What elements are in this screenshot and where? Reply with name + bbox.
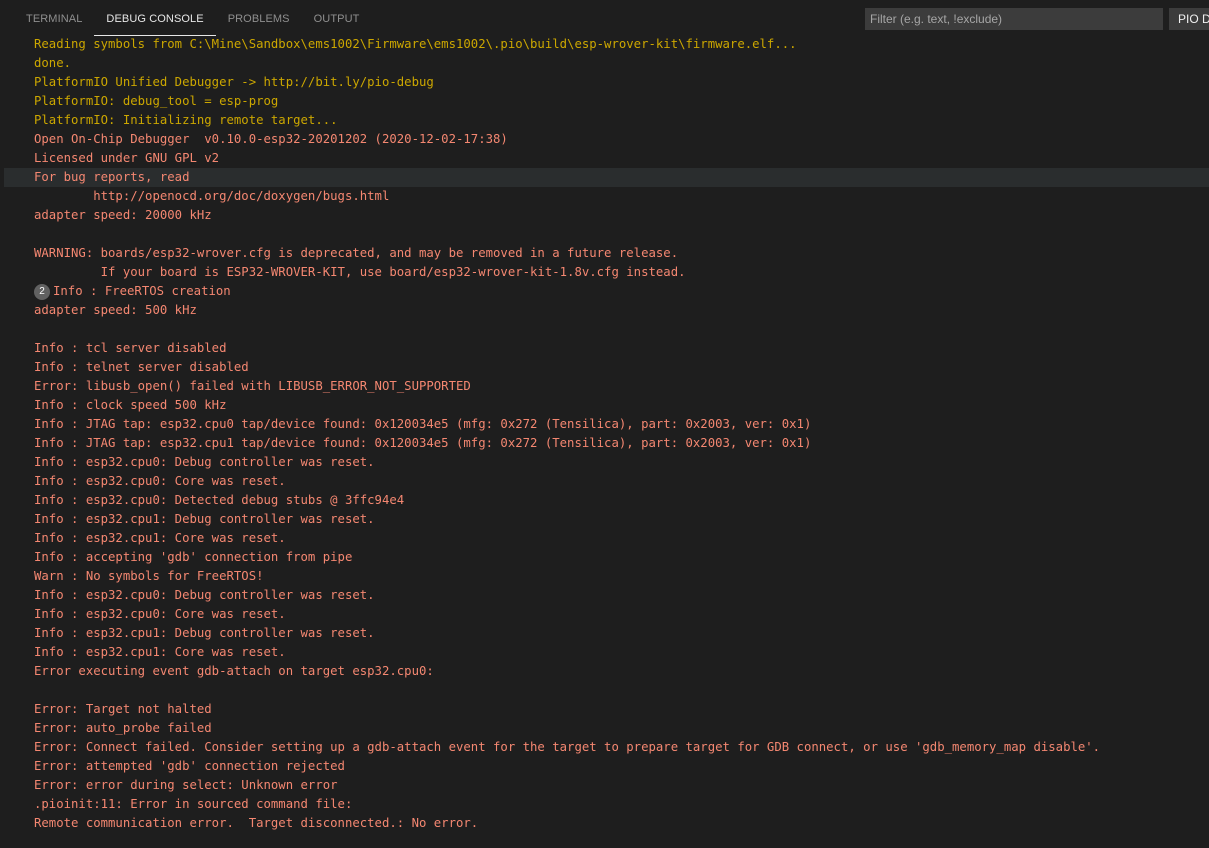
- panel-header: TERMINAL DEBUG CONSOLE PROBLEMS OUTPUT P…: [0, 0, 1209, 36]
- pio-debug-dropdown[interactable]: PIO D: [1169, 8, 1209, 30]
- console-line: PlatformIO: debug_tool = esp-prog: [34, 94, 279, 108]
- console-line: Remote communication error. Target disco…: [34, 816, 479, 830]
- repeat-count-badge: 2: [34, 284, 50, 300]
- console-line: Info : esp32.cpu0: Debug controller was …: [34, 455, 375, 469]
- tab-debug-console[interactable]: DEBUG CONSOLE: [94, 0, 216, 36]
- console-line: adapter speed: 500 kHz: [34, 303, 197, 317]
- console-line: Info : tcl server disabled: [34, 341, 227, 355]
- console-line: Error: Connect failed. Consider setting …: [34, 740, 1101, 754]
- console-line: Error: auto_probe failed: [34, 721, 212, 735]
- console-line: done.: [34, 56, 72, 70]
- console-line: Info : clock speed 500 kHz: [34, 398, 227, 412]
- console-line: Info : esp32.cpu1: Core was reset.: [34, 645, 286, 659]
- debug-console-output[interactable]: Reading symbols from C:\Mine\Sandbox\ems…: [0, 35, 1209, 848]
- console-line: Info : esp32.cpu0: Detected debug stubs …: [34, 493, 405, 507]
- console-line: Info : esp32.cpu1: Core was reset.: [34, 531, 286, 545]
- console-line-repeated: 2 Info : FreeRTOS creation: [0, 282, 1209, 301]
- console-line: PlatformIO: Initializing remote target..…: [34, 113, 338, 127]
- console-line: Info : esp32.cpu0: Core was reset.: [34, 474, 286, 488]
- console-line: Info : esp32.cpu0: Core was reset.: [34, 607, 286, 621]
- console-line: Licensed under GNU GPL v2: [34, 151, 220, 165]
- console-line: http://openocd.org/doc/doxygen/bugs.html: [34, 189, 390, 203]
- console-line: Open On-Chip Debugger v0.10.0-esp32-2020…: [34, 132, 508, 146]
- console-line: Info : accepting 'gdb' connection from p…: [34, 550, 353, 564]
- console-line: Error: attempted 'gdb' connection reject…: [34, 759, 345, 773]
- console-line-text: Info : FreeRTOS creation: [53, 284, 231, 298]
- panel-tabs: TERMINAL DEBUG CONSOLE PROBLEMS OUTPUT: [14, 0, 371, 36]
- console-line: Info : esp32.cpu1: Debug controller was …: [34, 512, 375, 526]
- console-line: PlatformIO Unified Debugger -> http://bi…: [34, 75, 434, 89]
- console-line: Info : telnet server disabled: [34, 360, 249, 374]
- filter-input[interactable]: [865, 8, 1163, 30]
- tab-output[interactable]: OUTPUT: [302, 0, 372, 36]
- console-line: Error: libusb_open() failed with LIBUSB_…: [34, 379, 471, 393]
- console-line: Reading symbols from C:\Mine\Sandbox\ems…: [34, 37, 797, 51]
- console-line: Error: error during select: Unknown erro…: [34, 778, 338, 792]
- console-line: Error: Target not halted: [34, 702, 212, 716]
- console-line: Info : esp32.cpu0: Debug controller was …: [34, 588, 375, 602]
- console-line: WARNING: boards/esp32-wrover.cfg is depr…: [34, 246, 679, 260]
- console-line: Info : JTAG tap: esp32.cpu0 tap/device f…: [34, 417, 812, 431]
- console-line: Warn : No symbols for FreeRTOS!: [34, 569, 264, 583]
- console-line: If your board is ESP32-WROVER-KIT, use b…: [34, 265, 686, 279]
- console-line: .pioinit:11: Error in sourced command fi…: [34, 797, 353, 811]
- console-line: Error executing event gdb-attach on targ…: [34, 664, 434, 678]
- tab-problems[interactable]: PROBLEMS: [216, 0, 302, 36]
- console-line: adapter speed: 20000 kHz: [34, 208, 212, 222]
- console-line: Info : esp32.cpu1: Debug controller was …: [34, 626, 375, 640]
- console-line: Info : JTAG tap: esp32.cpu1 tap/device f…: [34, 436, 812, 450]
- console-line-hovered: For bug reports, read: [4, 168, 1209, 187]
- tab-terminal[interactable]: TERMINAL: [14, 0, 94, 36]
